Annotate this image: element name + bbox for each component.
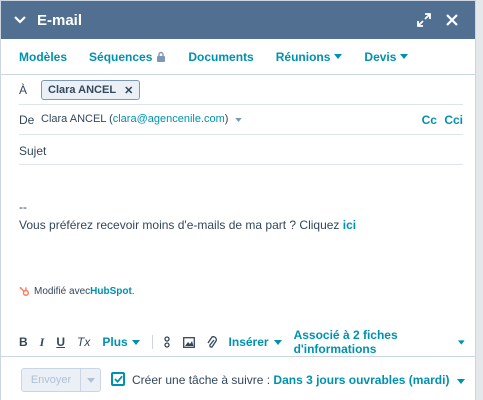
from-email: clara@agencenile.com	[112, 113, 225, 125]
create-task-row: Créer une tâche à suivre : Dans 3 jours …	[132, 373, 465, 387]
caret-down-icon	[456, 379, 465, 384]
unsubscribe-text: Vous préférez recevoir moins d'e-mails d…	[19, 218, 343, 232]
expand-icon[interactable]	[413, 9, 435, 31]
associations-button[interactable]: Associé à 2 fiches d'informations	[294, 328, 465, 356]
caret-down-icon	[234, 118, 242, 122]
bold-button[interactable]: B	[19, 335, 28, 349]
image-icon[interactable]	[182, 336, 195, 348]
hubspot-sprocket-icon	[19, 287, 29, 296]
tab-label: Modèles	[19, 49, 68, 64]
caret-down-icon	[400, 54, 409, 59]
caret-down-icon	[273, 339, 282, 345]
from-row: De Clara ANCEL (clara@agencenile.com) Cc…	[19, 113, 463, 133]
signature-separator: --	[19, 200, 27, 214]
recipient-chip[interactable]: Clara ANCEL ✕	[41, 80, 141, 100]
task-due-label: Dans 3 jours ouvrables (mardi)	[273, 373, 450, 387]
divider	[19, 134, 463, 135]
recipient-name: Clara ANCEL	[48, 84, 117, 96]
italic-button[interactable]: I	[40, 335, 45, 350]
cci-link[interactable]: Cci	[444, 113, 463, 127]
paperclip-icon[interactable]	[207, 335, 217, 349]
unsubscribe-line: Vous préférez recevoir moins d'e-mails d…	[19, 218, 356, 232]
from-selector[interactable]: Clara ANCEL (clara@agencenile.com)	[41, 113, 242, 125]
send-label: Envoyer	[30, 374, 72, 386]
tab-devis[interactable]: Devis	[364, 49, 409, 64]
clear-format-button[interactable]: Tx	[77, 335, 90, 349]
caret-down-icon	[334, 54, 343, 59]
subject-row[interactable]: Sujet	[19, 144, 463, 164]
tab-reunions[interactable]: Réunions	[276, 50, 343, 64]
tab-label: Séquences	[89, 49, 153, 64]
format-toolbar: B I U Tx Plus Insérer Associé à 2 fiches…	[19, 328, 465, 356]
composer-footer: Envoyer Créer une tâche à suivre : Dans …	[1, 356, 475, 400]
caret-down-icon	[458, 339, 465, 345]
caret-down-icon	[131, 339, 140, 345]
from-name: Clara ANCEL (	[41, 113, 113, 125]
more-label: Plus	[102, 335, 128, 349]
chevron-down-icon[interactable]	[13, 13, 27, 27]
unsubscribe-link[interactable]: ici	[343, 218, 356, 232]
from-close-paren: )	[224, 113, 229, 125]
associations-label: Associé à 2 fiches d'informations	[293, 328, 398, 356]
composer-header: E-mail	[1, 1, 475, 39]
task-prefix: Créer une tâche à suivre :	[132, 373, 274, 387]
cc-link[interactable]: Cc	[422, 113, 437, 127]
create-task-checkbox[interactable]	[111, 372, 125, 386]
send-options-dropdown[interactable]	[80, 369, 100, 391]
tab-label: Devis	[364, 49, 397, 64]
divider	[19, 164, 463, 165]
more-button[interactable]: Plus	[102, 335, 140, 349]
toolbar-separator	[151, 335, 153, 349]
remove-recipient-icon[interactable]: ✕	[124, 84, 133, 97]
close-icon[interactable]	[441, 9, 463, 31]
tab-documents[interactable]: Documents	[188, 50, 253, 64]
subject-label: Sujet	[19, 144, 47, 158]
task-due-dropdown[interactable]: Dans 3 jours ouvrables (mardi)	[273, 373, 465, 387]
to-row: À Clara ANCEL ✕	[19, 80, 463, 103]
attachment-clip-icon[interactable]	[163, 336, 171, 348]
email-composer-window: E-mail Modèles Séquences Documents Réuni…	[0, 0, 476, 400]
checkmark-icon	[113, 375, 123, 383]
hubspot-link[interactable]: HubSpot	[90, 286, 132, 297]
composer-tabs: Modèles Séquences Documents Réunions Dev…	[1, 39, 475, 75]
underline-button[interactable]: U	[56, 335, 65, 349]
powered-suffix: .	[131, 286, 135, 297]
to-label: À	[19, 83, 28, 97]
caret-down-icon	[86, 377, 95, 383]
tab-label: Documents	[188, 49, 254, 64]
background-page-edge	[476, 0, 483, 400]
insert-button[interactable]: Insérer	[229, 335, 282, 349]
lock-icon	[157, 51, 166, 62]
tab-modeles[interactable]: Modèles	[19, 50, 67, 64]
tab-label: Réunions	[275, 49, 331, 64]
divider	[19, 104, 463, 105]
insert-label: Insérer	[228, 335, 269, 349]
powered-prefix: Modifié avec	[34, 286, 91, 297]
tab-sequences[interactable]: Séquences	[89, 50, 166, 64]
send-button[interactable]: Envoyer	[21, 368, 101, 392]
composer-title: E-mail	[37, 11, 83, 29]
powered-by: Modifié avec HubSpot.	[19, 286, 135, 297]
from-label: De	[19, 113, 35, 127]
